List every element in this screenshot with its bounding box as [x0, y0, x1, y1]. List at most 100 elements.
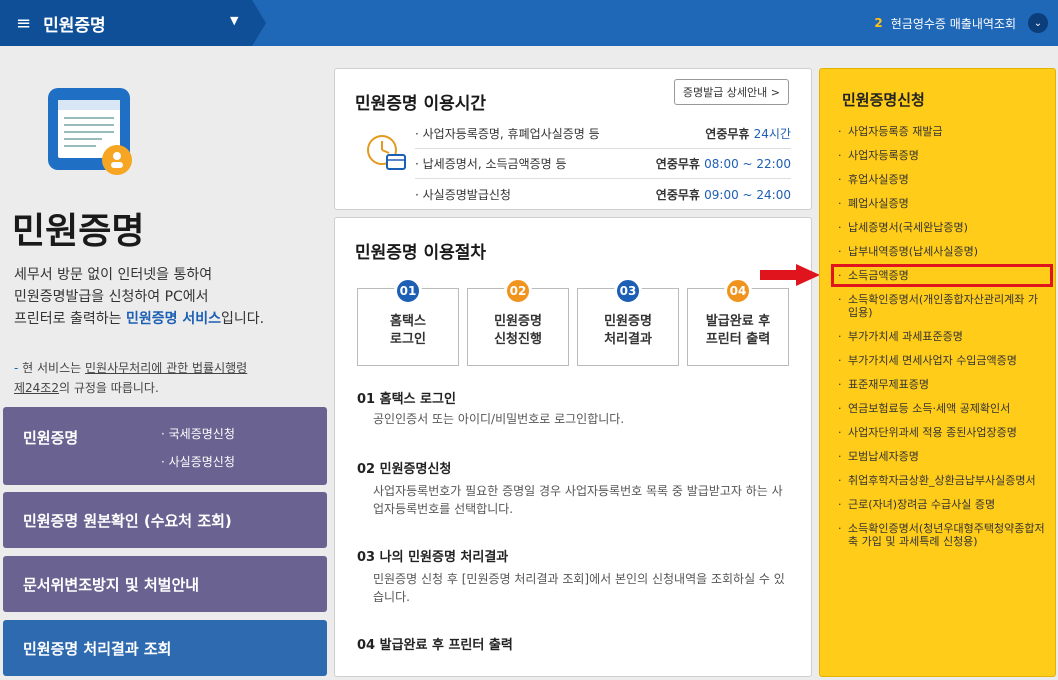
step-line1: 민원증명: [604, 314, 652, 329]
fact-certificate-link[interactable]: · 사실증명신청: [161, 453, 235, 470]
hero-desc-line1: 세무서 방문 없이 인터넷을 통하여: [14, 267, 213, 283]
hours-row-name: · 사업자등록증명, 휴폐업사실증명 등: [415, 127, 600, 141]
hero-desc-text-end: 입니다.: [221, 311, 265, 327]
service-hours-card: 민원증명 이용시간 증명발급 상세안내 > · 사업자등록증명, 휴폐업사실증명…: [334, 68, 812, 210]
clock-calendar-icon: [367, 135, 406, 170]
step-line1: 발급완료 후: [705, 314, 771, 329]
section-title: 01 홈택스 로그인: [357, 392, 456, 407]
step-number-badge: 02: [504, 277, 532, 305]
apply-item[interactable]: 소득확인증명서(개인종합자산관리계좌 가입용): [836, 293, 1048, 319]
hours-value: 24시간: [753, 127, 791, 141]
step-line2: 로그인: [390, 332, 426, 347]
step-box-result: 03 민원증명처리결과: [577, 277, 679, 366]
hero-desc-highlight: 민원증명 서비스: [125, 311, 221, 327]
apply-item-income-amount[interactable]: 소득금액증명: [831, 264, 1053, 287]
apply-item[interactable]: 사업자등록증 재발급: [836, 125, 1048, 138]
step-box-apply: 02 민원증명신청진행: [467, 277, 569, 366]
notice-number: 2: [874, 16, 883, 30]
hours-value: 08:00 ~ 22:00: [704, 157, 791, 171]
step-line1: 민원증명: [494, 314, 542, 329]
apply-item[interactable]: 부가가치세 면세사업자 수입금액증명: [836, 354, 1048, 367]
top-navigation-bar: ≡ 민원증명 ▼ 2 현금영수증 매출내역조회 ⌄: [0, 0, 1058, 46]
chevron-down-icon[interactable]: ⌄: [1028, 13, 1048, 33]
hours-row-time: 연중무휴 08:00 ~ 22:00: [656, 155, 791, 172]
page-title: 민원증명: [12, 211, 145, 252]
step-number-badge: 04: [724, 277, 752, 305]
step-line2: 프린터 출력: [705, 332, 771, 347]
hours-row-time: 연중무휴 09:00 ~ 24:00: [656, 186, 791, 203]
apply-item[interactable]: 휴업사실증명: [836, 173, 1048, 186]
hours-prefix: 연중무휴: [705, 127, 754, 141]
legal-note: - 현 서비스는 민원사무처리에 관한 법률시행령 제24조2의 규정을 따릅니…: [14, 358, 314, 398]
hours-row-time: 연중무휴 24시간: [705, 125, 791, 142]
procedure-title: 민원증명 이용절차: [355, 243, 487, 263]
original-verification-button[interactable]: 민원증명 원본확인 (수요처 조회): [3, 492, 327, 548]
certificate-apply-panel: 민원증명신청 사업자등록증 재발급 사업자등록증명 휴업사실증명 폐업사실증명 …: [819, 68, 1056, 677]
national-tax-certificate-link[interactable]: · 국세증명신청: [161, 425, 235, 442]
step-label: 발급완료 후프린터 출력: [688, 313, 788, 349]
service-hours-title: 민원증명 이용시간: [355, 94, 487, 114]
section-description: 민원증명 신청 후 [민원증명 처리결과 조회]에서 본인의 신청내역을 조회하…: [373, 572, 785, 604]
apply-item[interactable]: 납세증명서(국세완납증명): [836, 221, 1048, 234]
menu-title: 민원증명: [43, 15, 106, 36]
forgery-prevention-button[interactable]: 문서위변조방지 및 처벌안내: [3, 556, 327, 612]
section-title: 02 민원증명신청: [357, 462, 452, 477]
red-arrow-icon: [760, 264, 820, 286]
apply-item[interactable]: 소득확인증명서(청년우대형주택청약종합저축 가입 및 과세특례 신청용): [836, 522, 1048, 548]
apply-item[interactable]: 사업자등록증명: [836, 149, 1048, 162]
apply-item[interactable]: 표준재무제표증명: [836, 378, 1048, 391]
hours-row: · 사업자등록증명, 휴폐업사실증명 등 연중무휴 24시간: [415, 119, 791, 149]
apply-item[interactable]: 사업자단위과세 적용 종된사업장증명: [836, 426, 1048, 439]
apply-item[interactable]: 부가가치세 과세표준증명: [836, 330, 1048, 343]
apply-item[interactable]: 모범납세자증명: [836, 450, 1048, 463]
step-box-print: 04 발급완료 후프린터 출력: [687, 277, 789, 366]
document-icon: [48, 88, 132, 175]
processing-result-button[interactable]: 민원증명 처리결과 조회: [3, 620, 327, 676]
apply-item[interactable]: 폐업사실증명: [836, 197, 1048, 210]
detail-guide-button[interactable]: 증명발급 상세안내 >: [673, 79, 789, 105]
hours-prefix: 연중무휴: [655, 157, 705, 171]
civil-certificate-label: 민원증명: [23, 429, 79, 447]
menu-selector[interactable]: ≡ 민원증명 ▼: [0, 0, 252, 46]
notice-ticker[interactable]: 2 현금영수증 매출내역조회 ⌄: [874, 0, 1048, 46]
note-text-end: 의 규정을 따릅니다.: [59, 381, 159, 395]
hours-row: · 사실증명발급신청 연중무휴 09:00 ~ 24:00: [415, 179, 791, 209]
hero-desc-line2: 민원증명발급을 신청하여 PC에서: [14, 289, 209, 305]
civil-certificate-menu[interactable]: 민원증명 · 국세증명신청 · 사실증명신청: [3, 407, 327, 485]
hero-description: 세무서 방문 없이 인터넷을 통하여 민원증명발급을 신청하여 PC에서 프린터…: [14, 264, 314, 330]
section-title: 03 나의 민원증명 처리결과: [357, 550, 509, 565]
hours-row-name: · 사실증명발급신청: [415, 187, 511, 202]
note-text: 현 서비스는: [18, 361, 85, 375]
section-description: 사업자등록번호가 필요한 증명일 경우 사업자등록번호 목록 중 발급받고자 하…: [373, 484, 783, 516]
apply-item[interactable]: 납부내역증명(납세사실증명): [836, 245, 1048, 258]
law-link[interactable]: 민원사무처리에 관한 법률시행령: [85, 361, 247, 375]
apply-item[interactable]: 취업후학자금상환_상환금납부사실증명서: [836, 474, 1048, 487]
hero-desc-line3: 프린터로 출력하는 민원증명 서비스입니다.: [14, 308, 314, 330]
step-label: 홈택스로그인: [358, 313, 458, 349]
step-line1: 홈택스: [390, 314, 426, 329]
hours-prefix: 연중무휴: [655, 187, 705, 202]
menu-arrow-shape: [252, 0, 266, 46]
step-box-login: 01 홈택스로그인: [357, 277, 459, 366]
step-number-badge: 01: [394, 277, 422, 305]
hours-row-name: · 납세증명서, 소득금액증명 등: [415, 157, 567, 171]
hamburger-icon[interactable]: ≡: [16, 13, 31, 34]
notice-text[interactable]: 현금영수증 매출내역조회: [891, 15, 1016, 32]
step-number-badge: 03: [614, 277, 642, 305]
apply-list: 사업자등록증 재발급 사업자등록증명 휴업사실증명 폐업사실증명 납세증명서(국…: [831, 125, 1053, 559]
hours-row: · 납세증명서, 소득금액증명 등 연중무휴 08:00 ~ 22:00: [415, 149, 791, 179]
step-label: 민원증명처리결과: [578, 313, 678, 349]
step-label: 민원증명신청진행: [468, 313, 568, 349]
hours-value: 09:00 ~ 24:00: [704, 187, 791, 202]
procedure-card: 민원증명 이용절차 01 홈택스로그인 02 민원증명신청진행 03 민원증명처…: [334, 217, 812, 677]
apply-panel-title: 민원증명신청: [842, 91, 925, 109]
section-description: 공인인증서 또는 아이디/비밀번호로 로그인합니다.: [373, 412, 625, 426]
step-line2: 처리결과: [604, 332, 652, 347]
apply-item[interactable]: 연금보험료등 소득·세액 공제확인서: [836, 402, 1048, 415]
step-line2: 신청진행: [494, 332, 542, 347]
caret-down-icon[interactable]: ▼: [230, 14, 238, 27]
hero-desc-text: 프린터로 출력하는: [14, 311, 126, 327]
apply-item[interactable]: 근로(자녀)장려금 수급사실 증명: [836, 498, 1048, 511]
article-link[interactable]: 제24조2: [14, 381, 59, 395]
section-title: 04 발급완료 후 프린터 출력: [357, 638, 513, 653]
